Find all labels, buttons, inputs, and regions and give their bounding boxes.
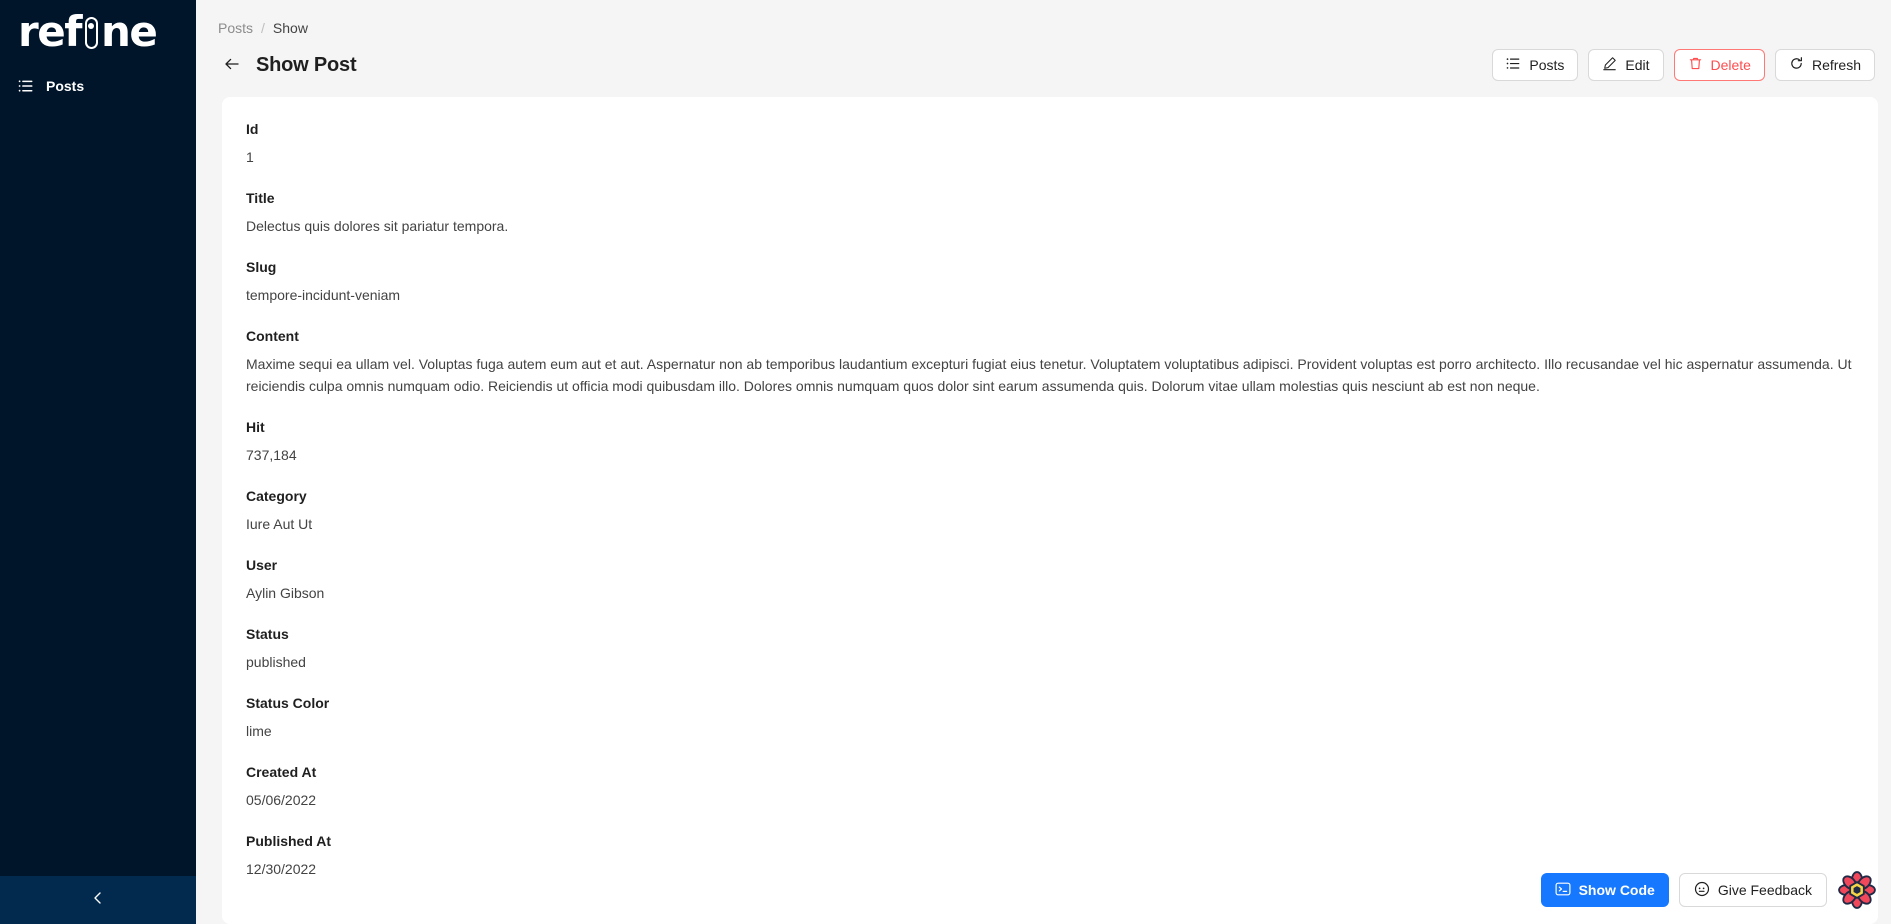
- field-label: Status Color: [246, 695, 330, 711]
- field-label: Category: [246, 488, 307, 504]
- field-value: 737,184: [246, 447, 297, 463]
- breadcrumb-item-posts[interactable]: Posts: [218, 20, 253, 36]
- arrow-left-icon: [223, 55, 241, 76]
- field-status-color: Status Color lime: [246, 695, 1854, 742]
- delete-button-label: Delete: [1710, 57, 1751, 73]
- terminal-icon: [1555, 881, 1571, 900]
- floating-action-bar: Show Code Give Feedback: [1540, 870, 1877, 910]
- back-button[interactable]: [216, 49, 248, 81]
- field-title: Title Delectus quis dolores sit pariatur…: [246, 190, 1854, 237]
- list-icon: [18, 78, 34, 94]
- delete-button[interactable]: Delete: [1673, 49, 1765, 81]
- breadcrumb: Posts / Show: [196, 0, 1891, 36]
- field-created-at: Created At 05/06/2022: [246, 764, 1854, 811]
- sidebar-item-label: Posts: [46, 78, 85, 94]
- logo-text-after: ne: [100, 7, 158, 56]
- field-label: Title: [246, 190, 275, 206]
- field-value: Delectus quis dolores sit pariatur tempo…: [246, 218, 509, 234]
- vertical-scrollbar[interactable]: [1878, 0, 1891, 924]
- brand-logo[interactable]: ref ne: [0, 0, 196, 64]
- header-actions: Posts Edit Delete Refresh: [1492, 49, 1875, 81]
- field-value: Maxime sequi ea ullam vel. Voluptas fuga…: [246, 356, 1852, 394]
- post-detail-card: Id 1 Title Delectus quis dolores sit par…: [222, 97, 1878, 924]
- list-icon: [1506, 56, 1521, 74]
- sidebar-menu: Posts: [0, 70, 196, 102]
- field-label: Status: [246, 626, 289, 642]
- field-value: Aylin Gibson: [246, 585, 325, 601]
- refresh-button[interactable]: Refresh: [1774, 49, 1875, 81]
- logo-text-before: ref: [18, 7, 82, 56]
- logo-i-glyph-icon: [81, 15, 101, 49]
- edit-button-label: Edit: [1625, 57, 1650, 73]
- field-label: Slug: [246, 259, 277, 275]
- breadcrumb-item-show: Show: [272, 20, 308, 36]
- field-status: Status published: [246, 626, 1854, 673]
- field-category: Category Iure Aut Ut: [246, 488, 1854, 535]
- field-label: Content: [246, 328, 299, 344]
- posts-list-button[interactable]: Posts: [1492, 49, 1579, 81]
- field-value: published: [246, 654, 306, 670]
- show-code-button[interactable]: Show Code: [1540, 873, 1669, 907]
- field-label: Hit: [246, 419, 265, 435]
- field-label: User: [246, 557, 278, 573]
- app-root: ref ne Posts Posts / Show Show Post Post…: [0, 0, 1891, 924]
- field-value: tempore-incidunt-veniam: [246, 287, 401, 303]
- field-label: Published At: [246, 833, 332, 849]
- sidebar-collapse-button[interactable]: [0, 876, 196, 924]
- refresh-button-label: Refresh: [1811, 57, 1861, 73]
- pencil-icon: [1602, 56, 1617, 74]
- edit-button[interactable]: Edit: [1588, 49, 1664, 81]
- sidebar-item-posts[interactable]: Posts: [0, 70, 196, 102]
- field-value: 1: [246, 149, 254, 165]
- field-value: lime: [246, 723, 272, 739]
- field-hit: Hit 737,184: [246, 419, 1854, 466]
- field-value: 05/06/2022: [246, 792, 317, 808]
- sidebar: ref ne Posts: [0, 0, 196, 924]
- refine-wordmark: ref ne: [18, 7, 158, 56]
- field-label: Created At: [246, 764, 317, 780]
- main-area: Posts / Show Show Post Posts Edit Delete…: [196, 0, 1891, 924]
- field-id: Id 1: [246, 121, 1854, 168]
- chevron-left-icon: [90, 890, 106, 911]
- show-code-button-label: Show Code: [1578, 882, 1655, 898]
- breadcrumb-separator: /: [261, 20, 265, 36]
- content-card-wrapper: Id 1 Title Delectus quis dolores sit par…: [196, 86, 1891, 924]
- trash-icon: [1688, 56, 1703, 74]
- page-title: Show Post: [256, 53, 357, 76]
- refresh-icon: [1789, 56, 1804, 74]
- refine-flower-logo-icon[interactable]: [1837, 870, 1877, 910]
- field-user: User Aylin Gibson: [246, 557, 1854, 604]
- chat-icon: [1694, 881, 1710, 900]
- page-header: Show Post Posts Edit Delete Refresh: [196, 36, 1891, 86]
- give-feedback-button-label: Give Feedback: [1717, 882, 1812, 898]
- posts-list-button-label: Posts: [1529, 57, 1565, 73]
- field-content: Content Maxime sequi ea ullam vel. Volup…: [246, 328, 1854, 397]
- field-label: Id: [246, 121, 259, 137]
- field-slug: Slug tempore-incidunt-veniam: [246, 259, 1854, 306]
- give-feedback-button[interactable]: Give Feedback: [1678, 873, 1827, 907]
- field-value: Iure Aut Ut: [246, 516, 313, 532]
